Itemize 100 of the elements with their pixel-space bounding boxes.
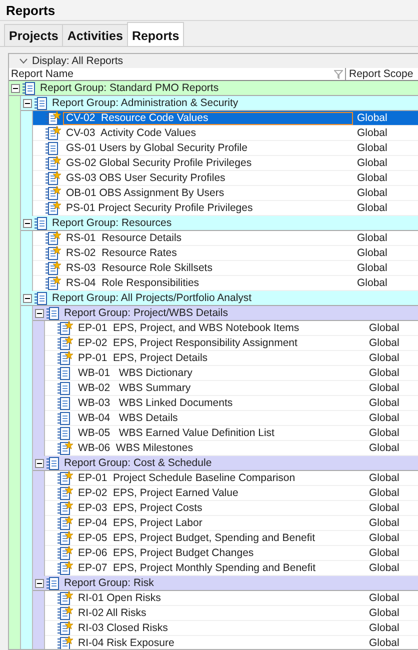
- report-scope: Global: [368, 562, 400, 574]
- report-scope: Global: [356, 187, 388, 199]
- starred-report-icon: [45, 186, 61, 200]
- report-row[interactable]: EP-06 EPS, Project Budget Changes Global: [45, 546, 418, 561]
- report-icon: [57, 366, 73, 380]
- report-name: RS-04 Role Responsibilities: [65, 276, 200, 290]
- column-header[interactable]: Report Scope: [346, 68, 418, 80]
- collapse-icon[interactable]: [23, 98, 32, 108]
- group-row[interactable]: Report Group: All Projects/Portfolio Analyst: [21, 291, 418, 306]
- report-scope: Global: [356, 127, 388, 139]
- report-row[interactable]: WB-02 WBS Summary Global: [45, 381, 418, 396]
- report-scope: Global: [368, 487, 400, 499]
- report-row[interactable]: EP-02 EPS, Project Responsibility Assignment Global: [45, 336, 418, 351]
- column-header[interactable]: Report Name: [9, 68, 346, 80]
- collapse-icon[interactable]: [23, 218, 32, 228]
- report-row[interactable]: RS-04 Role Responsibilities Global: [33, 276, 418, 291]
- report-row[interactable]: EP-03 EPS, Project Costs Global: [45, 501, 418, 516]
- report-name: CV-03 Activity Code Values: [65, 126, 197, 140]
- report-scope: Global: [368, 442, 400, 454]
- report-row[interactable]: EP-02 EPS, Project Earned Value Global: [45, 486, 418, 501]
- report-row[interactable]: WB-01 WBS Dictionary Global: [45, 366, 418, 381]
- report-row[interactable]: GS-02 Global Security Profile Privileges Global: [33, 156, 418, 171]
- starred-report-icon: [57, 590, 73, 606]
- report-scope: Global: [368, 622, 400, 634]
- display-label[interactable]: Display: All Reports: [32, 55, 124, 67]
- report-row[interactable]: PP-01 EPS, Project Details Global: [45, 351, 418, 366]
- report-row[interactable]: RI-02 All Risks Global: [45, 606, 418, 621]
- report-row[interactable]: WB-05 WBS Earned Value Definition List Global: [45, 426, 418, 441]
- group-row[interactable]: Report Group: Project/WBS Details: [33, 306, 418, 321]
- report-group-icon: [46, 576, 59, 590]
- group-name: Report Group: Standard PMO Reports: [40, 82, 219, 94]
- group-name: Report Group: Risk: [64, 577, 154, 589]
- collapse-icon[interactable]: [35, 578, 44, 588]
- report-row[interactable]: GS-01 Users by Global Security Profile Global: [33, 141, 418, 156]
- report-scope: Global: [368, 352, 400, 364]
- report-scope: Global: [356, 247, 388, 259]
- report-name: WB-06 WBS Milestones: [77, 442, 194, 454]
- report-icon: [57, 410, 73, 426]
- report-name: PS-01 Project Security Profile Privileges: [65, 202, 254, 214]
- report-row[interactable]: WB-03 WBS Linked Documents Global: [45, 396, 418, 411]
- report-scope: Global: [368, 472, 400, 484]
- report-scope: Global: [368, 337, 400, 349]
- starred-report-icon: [45, 110, 61, 126]
- group-row[interactable]: Report Group: Cost & Schedule: [33, 456, 418, 471]
- collapse-icon[interactable]: [23, 294, 32, 302]
- report-scope: Global: [368, 607, 400, 619]
- collapse-icon[interactable]: [11, 84, 20, 92]
- report-name: RI-02 All Risks: [77, 606, 148, 620]
- group-row[interactable]: Report Group: Resources: [21, 216, 418, 231]
- report-row[interactable]: EP-05 EPS, Project Budget, Spending and Benefit Global: [45, 531, 418, 546]
- starred-report-icon: [57, 560, 73, 576]
- report-icon: [57, 426, 73, 440]
- report-scope: Global: [368, 532, 400, 544]
- report-scope: Global: [368, 517, 400, 529]
- report-name: EP-01 EPS, Project, and WBS Notebook Items: [77, 322, 300, 334]
- group-row[interactable]: Report Group: Standard PMO Reports: [9, 81, 418, 96]
- report-group-icon: [34, 216, 47, 230]
- starred-report-icon: [57, 606, 73, 620]
- report-row[interactable]: GS-03 OBS User Security Profiles Global: [33, 171, 418, 186]
- report-scope: Global: [356, 142, 388, 154]
- group-row[interactable]: Report Group: Administration & Security: [21, 96, 418, 111]
- report-scope: Global: [368, 367, 400, 379]
- indent-stripe: [21, 111, 33, 126]
- tab[interactable]: Activities: [62, 24, 128, 46]
- tab[interactable]: Projects: [4, 24, 64, 46]
- report-row[interactable]: WB-06 WBS Milestones Global: [45, 441, 418, 456]
- report-row[interactable]: CV-03 Activity Code Values Global: [33, 126, 418, 141]
- starred-report-icon: [45, 200, 61, 216]
- report-row[interactable]: RI-01 Open Risks Global: [45, 591, 418, 606]
- report-row[interactable]: EP-07 EPS, Project Monthly Spending and Benefit Global: [45, 561, 418, 576]
- report-name: WB-01 WBS Dictionary: [77, 366, 194, 380]
- report-group-icon: [34, 290, 47, 306]
- group-row[interactable]: Report Group: Risk: [33, 576, 418, 591]
- report-name: GS-02 Global Security Profile Privileges: [65, 156, 253, 170]
- report-row[interactable]: EP-04 EPS, Project Labor Global: [45, 516, 418, 531]
- report-row[interactable]: RS-01 Resource Details Global: [33, 231, 418, 246]
- collapse-icon[interactable]: [35, 308, 44, 318]
- tab[interactable]: Reports: [126, 22, 184, 46]
- report-row[interactable]: RS-03 Resource Role Skillsets Global: [33, 261, 418, 276]
- report-name: RS-01 Resource Details: [65, 232, 183, 244]
- display-bar[interactable]: Display: All Reports: [9, 54, 418, 68]
- report-name: CV-02 Resource Code Values: [63, 112, 353, 124]
- report-scope: Global: [356, 157, 388, 169]
- group-name: Report Group: All Projects/Portfolio Analyst: [52, 292, 252, 304]
- report-scope: Global: [368, 427, 400, 439]
- starred-report-icon: [45, 170, 61, 186]
- collapse-icon[interactable]: [35, 458, 44, 468]
- report-name: RI-01 Open Risks: [77, 592, 162, 604]
- report-row[interactable]: OB-01 OBS Assignment By Users Global: [33, 186, 418, 201]
- report-row[interactable]: EP-01 EPS, Project, and WBS Notebook Items Global: [45, 321, 418, 336]
- indent-stripe: [33, 471, 45, 486]
- report-scope: Global: [368, 502, 400, 514]
- report-name: RS-02 Resource Rates: [65, 246, 178, 260]
- report-row[interactable]: CV-02 Resource Code Values Global: [33, 111, 418, 126]
- report-row[interactable]: WB-04 WBS Details Global: [45, 411, 418, 426]
- starred-report-icon: [45, 276, 61, 290]
- report-row[interactable]: PS-01 Project Security Profile Privileges Global: [33, 201, 418, 216]
- report-row[interactable]: EP-01 Project Schedule Baseline Comparison Global: [45, 471, 418, 486]
- report-row[interactable]: RS-02 Resource Rates Global: [33, 246, 418, 261]
- report-icon: [57, 396, 73, 410]
